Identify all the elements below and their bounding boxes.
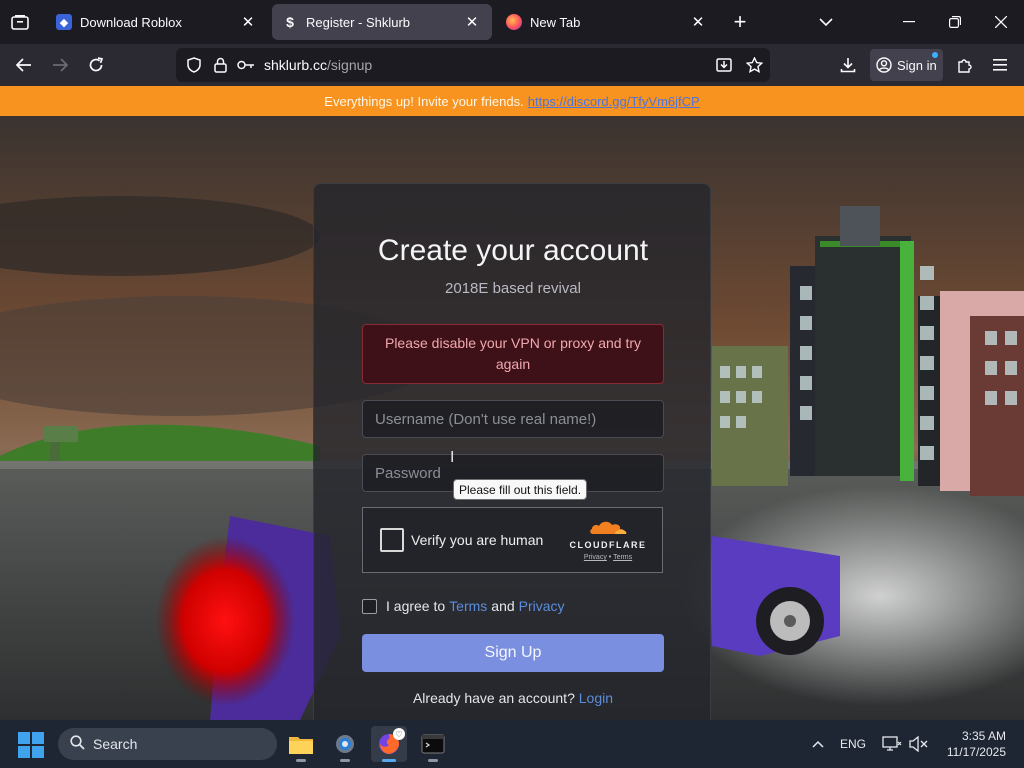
tab-register-shklurb[interactable]: $ Register - Shklurb ✕ <box>272 4 492 40</box>
input-language-indicator[interactable]: ENG <box>840 720 866 768</box>
extensions-puzzle-icon[interactable] <box>948 49 980 81</box>
new-tab-plus-icon[interactable]: + <box>726 8 754 36</box>
close-tab-icon[interactable]: ✕ <box>462 12 482 32</box>
agree-text: I agree to <box>386 598 446 614</box>
captcha-privacy-link[interactable]: Privacy <box>584 554 607 561</box>
validation-tooltip: Please fill out this field. <box>453 479 588 500</box>
file-explorer-icon[interactable] <box>283 726 319 762</box>
page-title: Create your account <box>377 234 649 267</box>
login-prompt-text: Already have an account? <box>412 690 575 706</box>
menu-hamburger-icon[interactable] <box>984 49 1016 81</box>
shklurb-favicon-icon: $ <box>286 14 294 30</box>
tab-new-tab[interactable]: New Tab ✕ <box>496 4 718 40</box>
clock-date: 11/17/2025 <box>946 745 1006 759</box>
system-clock[interactable]: 3:35 AM 11/17/2025 <box>942 728 1006 760</box>
captcha-separator: • <box>608 554 612 561</box>
downloads-icon[interactable] <box>832 49 864 81</box>
sign-in-button[interactable]: Sign in <box>870 49 943 81</box>
show-hidden-icons-chevron-up-icon[interactable] <box>806 720 830 768</box>
search-label: Search <box>93 736 138 752</box>
close-tab-icon[interactable]: ✕ <box>688 12 708 32</box>
url-text[interactable]: shklurb.cc/signup <box>264 57 372 73</box>
url-host: shklurb.cc <box>264 57 328 73</box>
tab-download-roblox[interactable]: ◆ Download Roblox ✕ <box>46 4 268 40</box>
search-icon <box>70 734 85 754</box>
permissions-key-icon[interactable] <box>234 53 258 77</box>
username-input[interactable] <box>362 400 664 438</box>
sign-up-button[interactable]: Sign Up <box>362 634 664 672</box>
close-tab-icon[interactable]: ✕ <box>238 12 258 32</box>
settings-gear-icon[interactable] <box>327 726 363 762</box>
agree-row: I agree to Terms and Privacy <box>362 598 569 614</box>
announcement-banner: Everythings up! Invite your friends. htt… <box>0 86 1024 116</box>
firefox-view-icon[interactable] <box>6 8 34 36</box>
discord-invite-link[interactable]: https://discord.gg/TfyVm6jfCP <box>528 94 700 109</box>
tab-title: Download Roblox <box>80 14 182 30</box>
install-app-icon[interactable] <box>712 53 736 77</box>
cloudflare-cloud-icon <box>590 521 627 534</box>
firefox-taskbar-icon[interactable]: ♡ <box>371 726 407 762</box>
cloudflare-brand-text: CLOUDFLARE <box>569 540 647 550</box>
clock-time: 3:35 AM <box>961 729 1006 743</box>
login-link[interactable]: Login <box>579 690 613 706</box>
restore-window-icon[interactable] <box>932 0 978 44</box>
windows-start-icon[interactable] <box>18 732 44 758</box>
terms-link[interactable]: Terms <box>449 598 487 614</box>
notification-heart-icon: ♡ <box>393 728 405 740</box>
account-icon <box>876 57 892 73</box>
privacy-link[interactable]: Privacy <box>519 598 565 614</box>
error-alert: Please disable your VPN or proxy and try… <box>362 324 664 384</box>
signup-card: Create your account 2018E based revival … <box>313 183 711 743</box>
tab-title: Register - Shklurb <box>306 14 411 30</box>
notification-dot-icon <box>932 52 938 58</box>
minimize-window-icon[interactable] <box>886 0 932 44</box>
shield-icon[interactable] <box>182 53 206 77</box>
url-path: /signup <box>327 57 373 73</box>
volume-muted-icon[interactable] <box>908 720 930 768</box>
lock-icon[interactable] <box>208 53 232 77</box>
network-monitor-icon[interactable] <box>882 720 902 768</box>
cloudflare-logo: CLOUDFLARE Privacy • Terms <box>568 520 648 561</box>
announcement-text: Everythings up! Invite your friends. <box>324 93 524 109</box>
sign-in-label: Sign in <box>897 57 937 73</box>
roblox-favicon-icon: ◆ <box>56 14 72 30</box>
close-window-icon[interactable] <box>978 0 1024 44</box>
forward-arrow-icon[interactable] <box>44 49 76 81</box>
cloudflare-captcha-widget: Verify you are human CLOUDFLARE Privacy … <box>362 507 663 573</box>
agree-and-text: and <box>491 598 515 614</box>
bookmark-star-icon[interactable] <box>742 53 766 77</box>
captcha-label: Verify you are human <box>411 532 544 548</box>
address-bar[interactable]: shklurb.cc/signup <box>176 48 770 82</box>
browser-tab-bar: ◆ Download Roblox ✕ $ Register - Shklurb… <box>0 0 1024 44</box>
windows-taskbar: Search ♡ ENG 3:35 AM 11/17/2025 <box>0 720 1024 768</box>
captcha-checkbox[interactable] <box>380 528 404 552</box>
taskbar-search-box[interactable]: Search <box>58 728 277 760</box>
list-tabs-chevron-down-icon[interactable] <box>812 8 840 36</box>
reload-icon[interactable] <box>80 49 112 81</box>
browser-nav-bar: shklurb.cc/signup Sign in <box>0 44 1024 86</box>
terminal-icon[interactable] <box>415 726 451 762</box>
back-arrow-icon[interactable] <box>8 49 40 81</box>
firefox-favicon-icon <box>506 14 522 30</box>
tab-title: New Tab <box>530 14 581 30</box>
captcha-terms-link[interactable]: Terms <box>613 554 632 561</box>
text-cursor-icon: I <box>450 449 455 466</box>
login-prompt-row: Already have an account? Login <box>314 690 712 706</box>
page-subtitle: 2018E based revival <box>445 280 581 297</box>
agree-checkbox[interactable] <box>362 598 377 614</box>
